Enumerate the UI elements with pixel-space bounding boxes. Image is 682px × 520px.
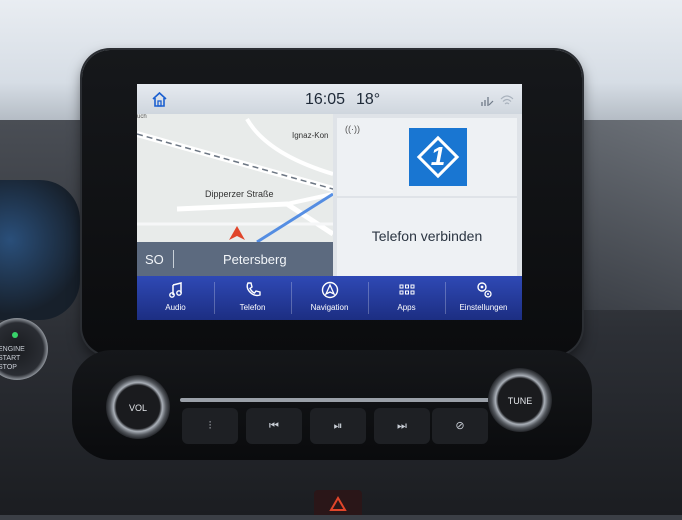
equalizer-icon: ⫶: [208, 420, 212, 432]
nav-navigation-label: Navigation: [310, 303, 349, 312]
nav-telefon-label: Telefon: [239, 303, 266, 312]
hazard-button[interactable]: [314, 490, 362, 515]
street-label-secondary: Ignaz-Kon: [292, 131, 329, 140]
phone-signal-icon: [481, 97, 494, 106]
chrome-strip: [180, 398, 500, 402]
divider: [173, 250, 174, 268]
compass-heading: SO: [145, 252, 164, 267]
nav-navigation[interactable]: Navigation: [291, 276, 368, 320]
engine-led: [12, 332, 18, 338]
apps-grid-icon: [399, 284, 414, 295]
nav-apps-label: Apps: [397, 303, 416, 312]
street-label-main: Dipperzer Straße: [205, 189, 274, 199]
navigation-icon: [321, 281, 338, 299]
nav-apps[interactable]: Apps: [368, 276, 445, 320]
street-label-edge: uch: [137, 114, 147, 120]
wifi-icon: [500, 95, 514, 105]
outside-temperature: 18°: [356, 91, 381, 108]
tune-label: TUNE: [507, 396, 533, 406]
play-pause-button[interactable]: ⏯: [310, 408, 366, 444]
next-track-button[interactable]: ⏭: [374, 408, 430, 444]
traffic-sign-panel[interactable]: ((·)) 1: [337, 118, 517, 196]
engine-label: ENGINE START STOP: [0, 346, 25, 371]
nav-einstellungen[interactable]: Einstellungen: [445, 276, 522, 320]
route-sign: 1: [409, 128, 467, 186]
traffic-broadcast-icon: ((·)): [345, 124, 360, 134]
connect-phone-panel[interactable]: Telefon verbinden: [337, 198, 517, 276]
settings-gears-icon: [476, 282, 492, 298]
equalizer-button[interactable]: ⫶: [182, 408, 238, 444]
previous-track-icon: ⏮: [269, 420, 279, 432]
nav-telefon[interactable]: Telefon: [214, 276, 291, 320]
next-track-icon: ⏭: [397, 420, 407, 432]
previous-track-button[interactable]: ⏮: [246, 408, 302, 444]
volume-label: VOL: [128, 403, 147, 413]
play-pause-icon: ⏯: [333, 420, 343, 432]
phone-icon: [246, 282, 261, 297]
map-view[interactable]: uch Ignaz-Kon Dipperzer Straße SO Peters…: [137, 114, 333, 276]
car-position-arrow-icon: [229, 226, 245, 240]
current-location: Petersberg: [223, 252, 287, 267]
dashboard-right: [572, 120, 682, 310]
bottom-navigation: Audio Telefon Navigation Apps Einstellun…: [137, 276, 522, 320]
home-icon[interactable]: [151, 91, 168, 108]
air-vent: [0, 180, 80, 320]
screen-off-icon: ⊘: [455, 420, 465, 432]
nav-audio[interactable]: Audio: [137, 276, 214, 320]
nav-einstellungen-label: Einstellungen: [459, 303, 508, 312]
route-number: 1: [430, 141, 446, 171]
infotainment-screen: 16:05 18° uch Ignaz-Kon Dipperzer Straße…: [137, 84, 522, 320]
nav-audio-label: Audio: [165, 303, 186, 312]
hazard-icon: [329, 496, 347, 511]
map-location-bar: SO Petersberg: [137, 242, 333, 276]
status-bar: 16:05 18°: [137, 84, 522, 114]
connect-phone-label: Telefon verbinden: [371, 228, 483, 244]
screen-off-button[interactable]: ⊘: [432, 408, 488, 444]
music-note-icon: [168, 282, 182, 298]
clock: 16:05: [305, 91, 346, 108]
